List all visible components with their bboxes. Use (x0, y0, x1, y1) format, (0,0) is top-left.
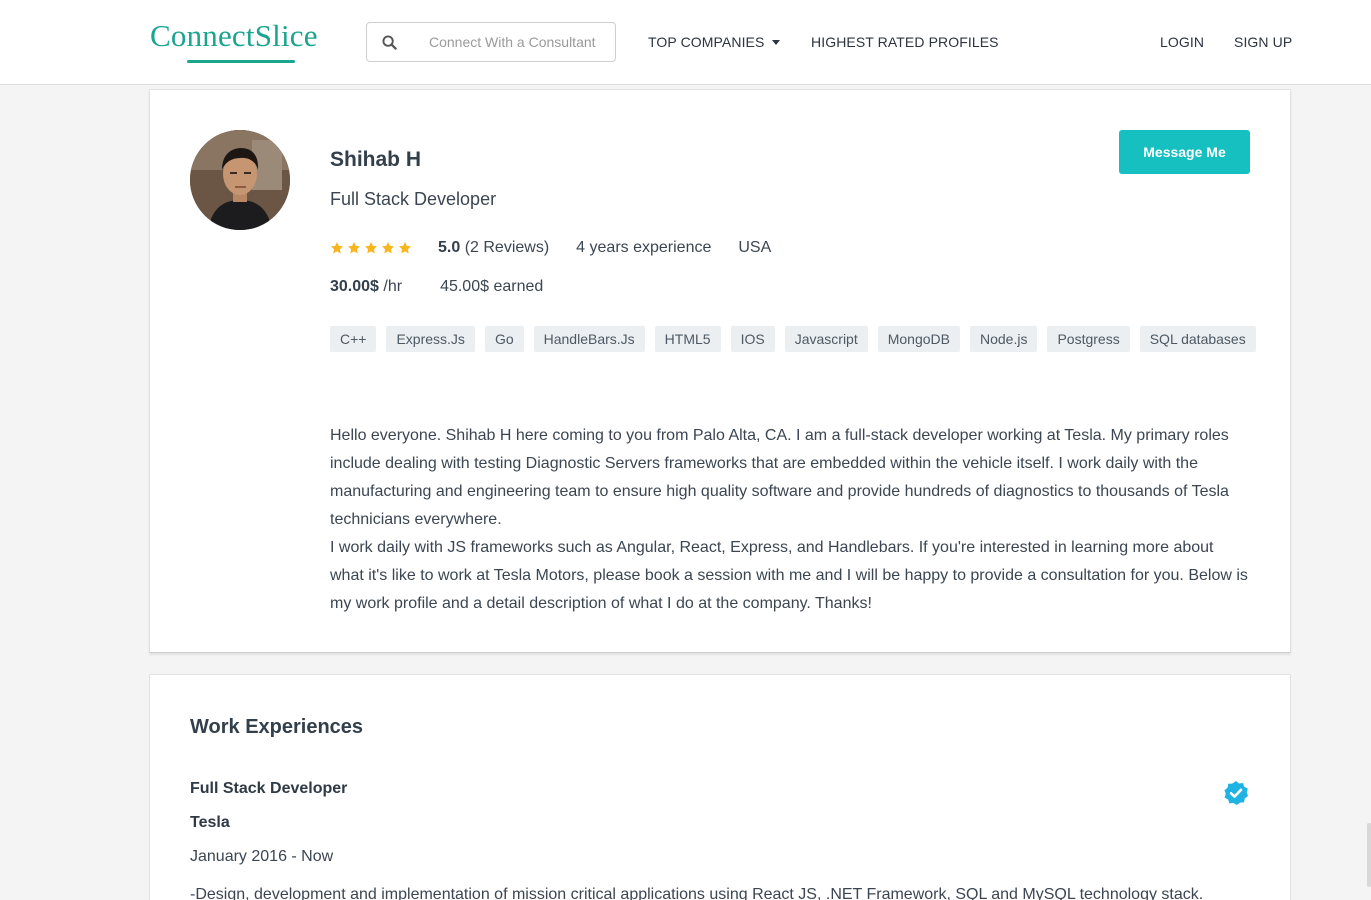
total-earned: 45.00$ earned (440, 278, 544, 295)
skill-tag[interactable]: C++ (330, 326, 377, 352)
search-input[interactable] (429, 34, 609, 50)
rating-stars (330, 241, 412, 255)
avatar (190, 130, 290, 230)
login-link[interactable]: LOGIN (1160, 34, 1204, 50)
nav-top-companies[interactable]: TOP COMPANIES (648, 34, 781, 50)
work-experiences-heading: Work Experiences (190, 716, 364, 738)
skill-tag[interactable]: IOS (730, 326, 775, 352)
caret-down-icon (772, 40, 781, 45)
star-icon (398, 241, 412, 255)
job-description: -Design, development and implementation … (190, 886, 1204, 900)
skill-tag[interactable]: Node.js (970, 326, 1038, 352)
hourly-rate-unit: /hr (383, 278, 403, 295)
profile-bio: Hello everyone. Shihab H here coming to … (330, 422, 1250, 618)
skill-tag[interactable]: Express.Js (386, 326, 475, 352)
rating-summary: 5.0 (2 Reviews) (438, 239, 549, 257)
bio-paragraph: I work daily with JS frameworks such as … (330, 539, 1248, 612)
message-me-button[interactable]: Message Me (1119, 130, 1250, 174)
nav-highest-rated-profiles[interactable]: HIGHEST RATED PROFILES (811, 34, 999, 50)
search-box (366, 22, 616, 62)
skill-tag[interactable]: SQL databases (1139, 326, 1256, 352)
skill-tags: C++ Express.Js Go HandleBars.Js HTML5 IOS Java… (330, 326, 1260, 352)
profile-card: Shihab H Full Stack Developer Message Me… (149, 89, 1291, 653)
experience-years: 4 years experience (576, 239, 712, 256)
job-title: Full Stack Developer (190, 780, 348, 797)
brand-name: ConnectSlice (150, 18, 318, 53)
hourly-rate-value: 30.00$ (330, 278, 379, 295)
scrollbar-thumb[interactable] (1367, 823, 1371, 887)
search-icon[interactable] (367, 23, 411, 61)
hourly-rate: 30.00$ /hr (330, 278, 402, 296)
skill-tag[interactable]: Go (484, 326, 524, 352)
skill-tag[interactable]: Postgress (1047, 326, 1130, 352)
location: USA (738, 239, 772, 256)
work-experiences-card: Work Experiences Full Stack Developer Te… (149, 674, 1291, 900)
skill-tag[interactable]: Javascript (784, 326, 868, 352)
review-count[interactable]: (2 Reviews) (465, 239, 549, 256)
rating-value: 5.0 (438, 239, 461, 256)
profile-title: Full Stack Developer (330, 189, 497, 209)
skill-tag[interactable]: HandleBars.Js (533, 326, 645, 352)
star-icon (330, 241, 344, 255)
star-icon (381, 241, 395, 255)
job-company: Tesla (190, 814, 230, 831)
star-icon (364, 241, 378, 255)
brand-logo[interactable]: ConnectSlice (150, 18, 325, 66)
profile-stats: 5.0 (2 Reviews) 4 years experience USA (330, 238, 771, 258)
pricing-row: 30.00$ /hr 45.00$ earned (330, 278, 543, 296)
signup-link[interactable]: SIGN UP (1234, 34, 1292, 50)
skill-tag[interactable]: HTML5 (654, 326, 721, 352)
job-dates: January 2016 - Now (190, 848, 334, 865)
top-navigation-bar: ConnectSlice TOP COMPANIES HIGHEST RATED… (0, 0, 1371, 85)
verified-check-icon (1223, 780, 1249, 806)
logo-underline (187, 60, 295, 63)
bio-paragraph: Hello everyone. Shihab H here coming to … (330, 427, 1229, 528)
nav-top-companies-label: TOP COMPANIES (648, 34, 765, 50)
profile-name: Shihab H (330, 148, 422, 171)
star-icon (347, 241, 361, 255)
skill-tag[interactable]: MongoDB (877, 326, 960, 352)
